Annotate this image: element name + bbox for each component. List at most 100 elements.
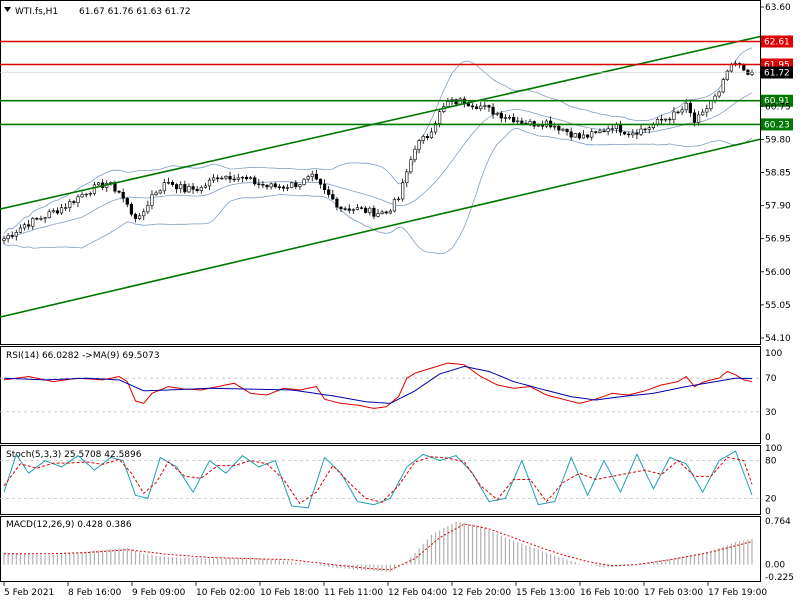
- time-tick-label: 11 Feb 11:00: [324, 588, 383, 598]
- candle-body: [207, 179, 212, 187]
- candle-body: [688, 102, 692, 114]
- candle-body: [129, 203, 134, 215]
- candle-body: [655, 119, 660, 125]
- candle-body: [709, 100, 713, 109]
- candle-body: [409, 159, 413, 173]
- candle-body: [298, 184, 302, 187]
- level-tag-text: 62.61: [764, 37, 790, 47]
- time-tick-label: 12 Feb 04:00: [388, 588, 447, 598]
- candle-body: [536, 125, 540, 127]
- candle: [302, 178, 306, 186]
- candle-body: [528, 121, 532, 125]
- candle-body: [384, 211, 388, 214]
- rsi-tick-label: 30: [765, 408, 777, 418]
- candle-body: [290, 182, 294, 188]
- candle-body: [306, 176, 310, 180]
- candle-body: [540, 125, 544, 127]
- candle-body: [133, 213, 138, 219]
- candle-body: [51, 210, 55, 213]
- candle-body: [339, 206, 343, 209]
- candle-body: [676, 111, 680, 114]
- candle-body: [261, 183, 265, 186]
- time-tick-label: 10 Feb 18:00: [260, 588, 319, 598]
- candle-body: [322, 183, 327, 191]
- candle-body: [672, 111, 676, 120]
- stoch-tick-label: 20: [765, 494, 777, 504]
- price-pane[interactable]: [0, 0, 761, 345]
- candle-body: [622, 131, 627, 135]
- candle-body: [503, 117, 508, 119]
- time-tick-label: 10 Feb 02:00: [196, 588, 255, 598]
- macd-tick-label: 0.00: [765, 561, 785, 571]
- candle-body: [388, 210, 392, 214]
- price-tick-label: 63.60: [765, 3, 791, 13]
- candle-body: [721, 79, 725, 93]
- candle-body: [553, 125, 557, 128]
- candle-body: [138, 215, 142, 219]
- candle-body: [212, 177, 216, 181]
- candle-body: [216, 177, 220, 180]
- macd-tick-label: -0.225: [765, 573, 794, 583]
- candle-body: [310, 173, 314, 178]
- candle-body: [244, 176, 249, 180]
- candle-body: [195, 188, 199, 191]
- candle-body: [557, 125, 561, 131]
- rsi-title: RSI(14) 66.0282 ->MA(9) 69.5073: [6, 351, 160, 361]
- candle-body: [125, 197, 129, 205]
- candle-body: [618, 123, 623, 133]
- candle-body: [413, 148, 417, 160]
- candle-body: [598, 130, 602, 133]
- candle-body: [577, 133, 581, 139]
- stoch-axis: 100 80 20 0: [765, 444, 782, 517]
- candle-body: [561, 128, 565, 131]
- candle-body: [590, 131, 594, 138]
- candle-body: [14, 232, 18, 237]
- candle-body: [610, 128, 614, 130]
- candle-body: [639, 128, 643, 135]
- candle-body: [228, 176, 232, 180]
- candle-body: [281, 186, 286, 189]
- candle-body: [565, 128, 569, 133]
- candle-body: [438, 111, 442, 124]
- candle-body: [142, 211, 146, 217]
- candle-body: [199, 187, 203, 191]
- candle-body: [59, 207, 64, 214]
- macd-axis: 0.764 0.00 -0.225: [765, 517, 794, 583]
- candle-body: [39, 218, 43, 220]
- candle-body: [425, 136, 429, 139]
- candle-body: [68, 201, 72, 208]
- candle-body: [2, 238, 6, 241]
- candle-body: [364, 207, 368, 213]
- candle-body: [285, 187, 290, 189]
- candle-body: [405, 171, 409, 184]
- candle: [721, 77, 725, 94]
- candle-body: [150, 194, 154, 206]
- candle-body: [158, 190, 162, 194]
- time-tick-label: 5 Feb 2021: [4, 588, 54, 598]
- candle-body: [331, 194, 335, 200]
- candle: [725, 69, 729, 81]
- candle-body: [470, 105, 475, 108]
- candle-body: [146, 205, 150, 213]
- candle-body: [187, 186, 191, 193]
- stoch-tick-label: 0: [765, 507, 771, 517]
- rsi-pane[interactable]: [0, 346, 761, 444]
- candle: [573, 132, 577, 138]
- candle-body: [121, 191, 125, 199]
- candle-body: [314, 173, 318, 180]
- candle-body: [573, 133, 577, 138]
- candle-body: [696, 114, 701, 123]
- candle-body: [417, 140, 421, 150]
- time-tick-label: 12 Feb 20:00: [452, 588, 511, 598]
- current-price-text: 61.72: [764, 69, 790, 79]
- candle-body: [705, 108, 709, 113]
- candle-body: [248, 177, 253, 180]
- candle-body: [421, 136, 425, 141]
- ohlc-readout: 61.67 61.76 61.63 61.72: [79, 7, 191, 17]
- price-tick-label: 58.85: [765, 169, 791, 179]
- candle-body: [166, 182, 170, 184]
- level-tag-text: 60.23: [764, 120, 790, 130]
- candle-body: [43, 217, 47, 219]
- price-tick-label: 56.00: [765, 268, 791, 278]
- price-tick-label: 54.10: [765, 334, 791, 344]
